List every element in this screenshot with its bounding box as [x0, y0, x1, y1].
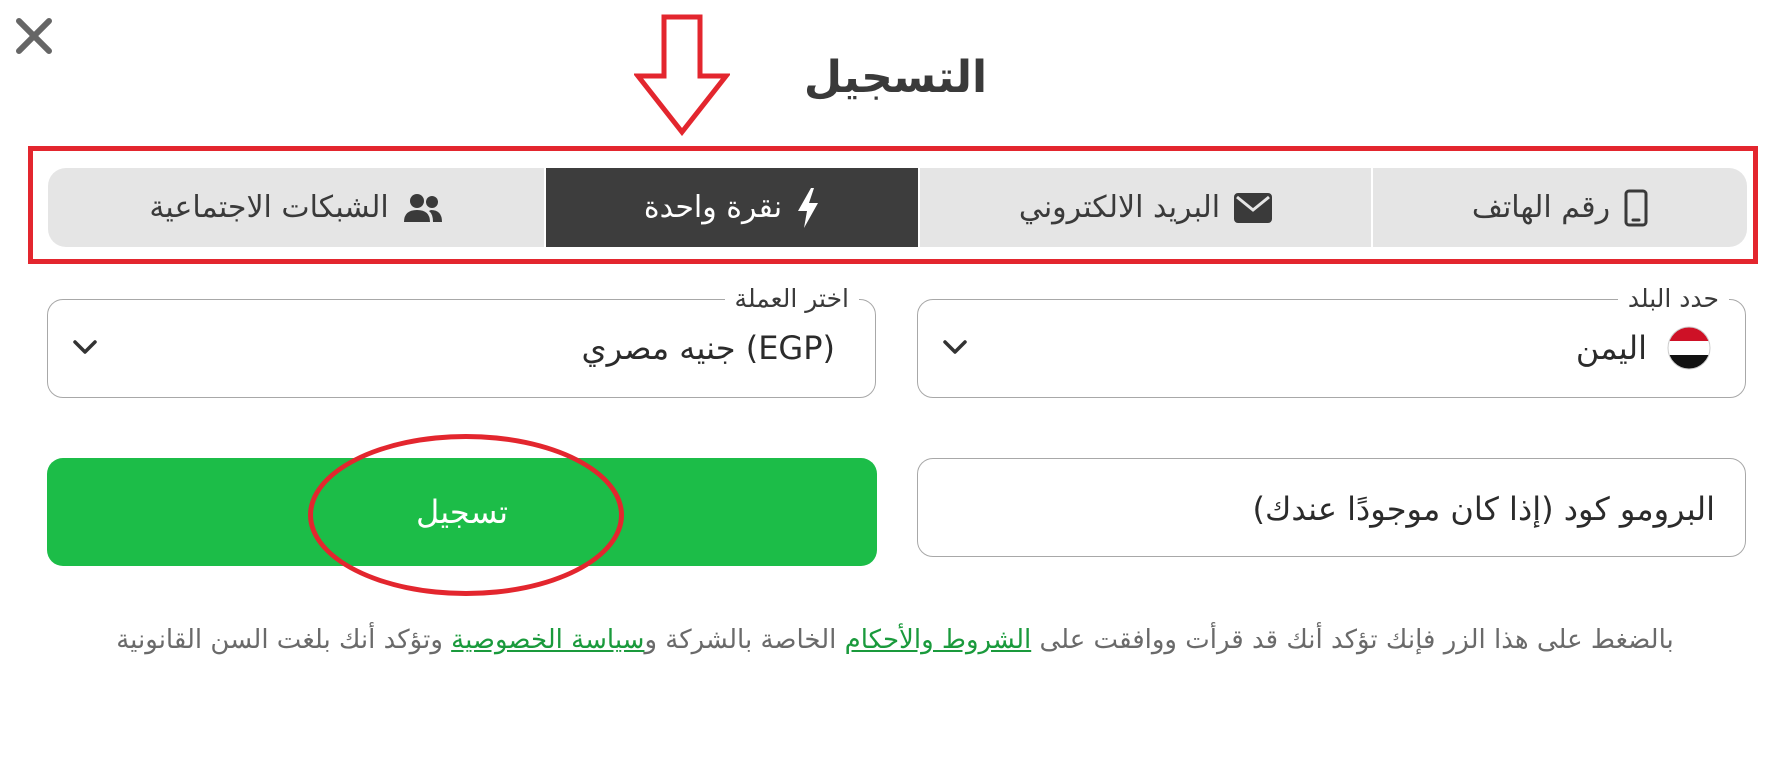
annotation-circle — [308, 434, 624, 596]
terms-text: وتؤكد أنك بلغت السن القانونية — [116, 625, 452, 655]
tab-label: نقرة واحدة — [643, 190, 783, 225]
tab-one-click[interactable]: نقرة واحدة — [544, 168, 918, 247]
tab-social-networks[interactable]: الشبكات الاجتماعية — [48, 168, 544, 247]
yemen-flag-icon — [1667, 326, 1711, 370]
tab-label: رقم الهاتف — [1471, 190, 1611, 225]
country-select[interactable]: حدد البلد اليمن — [917, 284, 1746, 398]
close-icon[interactable] — [14, 16, 54, 56]
country-value: اليمن — [1575, 329, 1647, 367]
chevron-down-icon[interactable] — [940, 336, 970, 358]
annotation-arrow-icon — [634, 14, 730, 136]
promo-code-field — [917, 458, 1746, 557]
tab-label: الشبكات الاجتماعية — [149, 190, 389, 225]
dialog-title: التسجيل — [803, 52, 988, 103]
users-icon — [403, 193, 443, 223]
terms-notice: بالضغط على هذا الزر فإنك تؤكد أنك قد قرأ… — [80, 618, 1710, 663]
registration-method-tabs: رقم الهاتف البريد الالكتروني نقرة واحدة … — [48, 168, 1747, 247]
tab-email[interactable]: البريد الالكتروني — [918, 168, 1371, 247]
envelope-icon — [1234, 192, 1273, 223]
privacy-policy-link[interactable]: سياسة الخصوصية — [451, 625, 644, 655]
country-label: حدد البلد — [1617, 284, 1729, 314]
promo-code-input[interactable] — [938, 481, 1717, 537]
currency-value: جنيه مصري (EGP) — [581, 329, 835, 367]
currency-select[interactable]: اختر العملة جنيه مصري (EGP) — [47, 284, 876, 398]
chevron-down-icon[interactable] — [70, 336, 100, 358]
terms-link[interactable]: الشروط والأحكام — [845, 625, 1032, 655]
terms-text: بالضغط على هذا الزر فإنك تؤكد أنك قد قرأ… — [1031, 625, 1674, 655]
tab-label: البريد الالكتروني — [1018, 190, 1221, 225]
tab-phone[interactable]: رقم الهاتف — [1371, 168, 1747, 247]
terms-text: الخاصة بالشركة و — [644, 625, 845, 655]
lightning-bolt-icon — [796, 187, 820, 228]
currency-label: اختر العملة — [724, 284, 859, 314]
mobile-phone-icon — [1624, 189, 1648, 227]
